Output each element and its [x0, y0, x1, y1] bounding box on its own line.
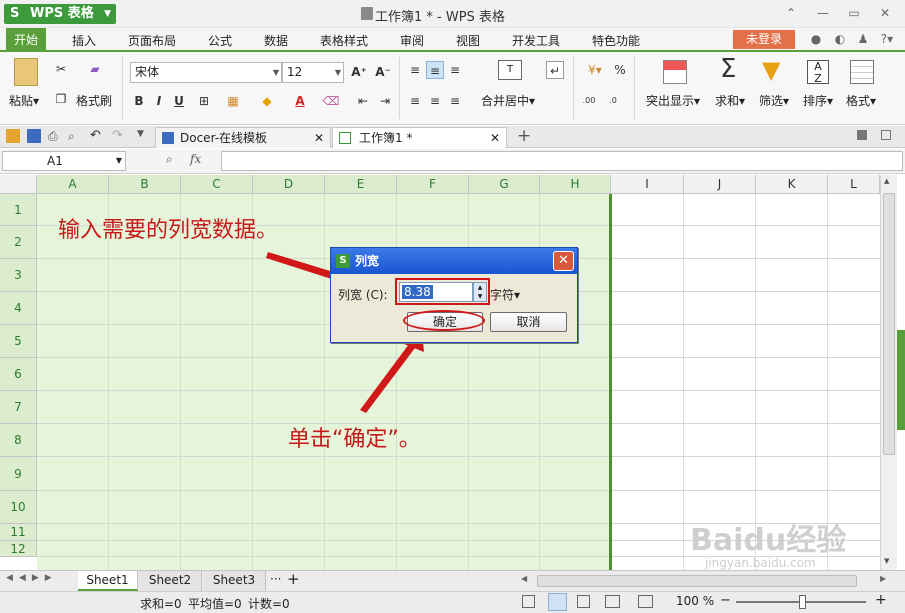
more-sheets-icon[interactable]: ··· [270, 572, 281, 586]
unit-dropdown[interactable]: 字符▾ [490, 286, 520, 303]
dialog-title: 列宽 [355, 254, 380, 268]
wps-spreadsheet-window: S WPS 表格 ▼ 工作簿1 * - WPS 表格 ⌃ — ▭ ✕ 开始 插入… [0, 0, 905, 613]
page-layout-view-icon[interactable] [548, 593, 567, 611]
zoom-in-icon[interactable]: + [875, 592, 887, 608]
highlight-box [395, 278, 490, 305]
sheet-tab-bar: ◀◀▶▶ Sheet1 Sheet2 Sheet3 ··· + ◀ ▶ [0, 570, 905, 591]
status-sum: 求和=0 [140, 597, 182, 611]
dialog-title-bar[interactable]: S 列宽 ✕ [331, 248, 577, 274]
status-bar: 求和=0 平均值=0 计数=0 100 % − + [0, 591, 905, 613]
zoom-out-icon[interactable]: − [720, 593, 731, 608]
full-screen-icon[interactable] [605, 595, 620, 608]
normal-view-icon[interactable] [522, 595, 535, 608]
cancel-button[interactable]: 取消 [490, 312, 567, 332]
sheet-tab-sheet3[interactable]: Sheet3 [203, 571, 266, 591]
zoom-level: 100 % [676, 594, 715, 608]
reading-mode-icon[interactable] [638, 595, 653, 608]
zoom-slider-thumb[interactable] [799, 595, 806, 609]
scroll-right-icon[interactable]: ▶ [880, 574, 886, 583]
page-break-view-icon[interactable] [577, 595, 590, 608]
arrow-to-ok-icon [360, 340, 418, 413]
horizontal-scrollbar-thumb[interactable] [537, 575, 857, 587]
dialog-close-button[interactable]: ✕ [553, 251, 574, 271]
highlight-oval [403, 310, 485, 331]
unit-label: 字符 [490, 288, 515, 302]
sheet-tab-sheet2[interactable]: Sheet2 [139, 571, 202, 591]
status-count: 计数=0 [248, 597, 290, 611]
status-average: 平均值=0 [188, 597, 242, 611]
sheet-tab-sheet1[interactable]: Sheet1 [78, 571, 138, 591]
watermark-brand: Baidu经验 [690, 523, 847, 558]
scroll-left-icon[interactable]: ◀ [521, 574, 527, 583]
sheet-navigation-icons[interactable]: ◀◀▶▶ [6, 573, 58, 583]
add-sheet-icon[interactable]: + [287, 570, 300, 588]
wps-logo-icon: S [336, 254, 350, 268]
column-width-label: 列宽 (C): [338, 288, 388, 302]
watermark-url: jingyan.baidu.com [705, 556, 816, 570]
